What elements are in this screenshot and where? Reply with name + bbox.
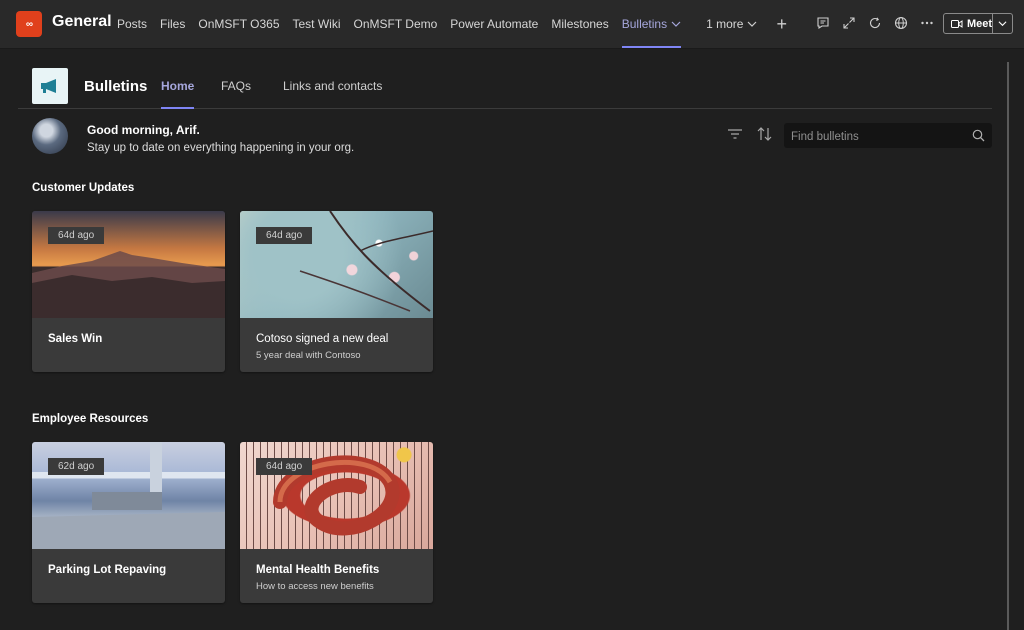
card-title: Parking Lot Repaving [48, 564, 167, 576]
app-tab-home[interactable]: Home [161, 79, 195, 109]
card-title: Mental Health Benefits [256, 564, 380, 576]
tab-bulletins-label: Bulletins [621, 17, 668, 31]
tab-test-wiki[interactable]: Test Wiki [293, 0, 341, 48]
app-title: Bulletins [84, 78, 148, 95]
search-icon[interactable] [972, 129, 985, 142]
card-age-badge: 64d ago [256, 227, 313, 244]
chevron-down-icon [748, 21, 757, 27]
meet-label: Meet [967, 17, 993, 30]
bulletin-card[interactable]: 64d ago Sales Win [32, 211, 225, 372]
bulletin-card[interactable]: 62d ago Parking Lot Repaving [32, 442, 225, 603]
filter-icon[interactable] [727, 127, 743, 141]
card-title: Sales Win [48, 333, 103, 345]
tab-bulletins[interactable]: Bulletins [621, 0, 682, 48]
card-age-badge: 64d ago [256, 458, 313, 475]
tab-more[interactable]: 1 more [706, 0, 757, 48]
megaphone-icon [41, 79, 56, 93]
app-tab-faqs[interactable]: FAQs [221, 79, 251, 93]
channel-tabs: Posts Files OnMSFT O365 Test Wiki OnMSFT… [117, 0, 787, 48]
refresh-icon[interactable] [866, 14, 884, 32]
search-input[interactable] [784, 123, 973, 150]
sort-icon[interactable] [756, 126, 774, 142]
meet-dropdown[interactable] [993, 19, 1012, 28]
tab-files[interactable]: Files [160, 0, 185, 48]
card-age-badge: 62d ago [48, 458, 105, 475]
section-title: Employee Resources [32, 413, 149, 425]
tab-milestones[interactable]: Milestones [551, 0, 608, 48]
tab-power-automate[interactable]: Power Automate [450, 0, 538, 48]
video-camera-icon [951, 19, 963, 28]
meet-button[interactable]: Meet [943, 13, 1013, 34]
section-title: Customer Updates [32, 182, 135, 194]
more-options-icon[interactable] [918, 14, 936, 32]
tab-more-label: 1 more [706, 17, 744, 31]
chevron-down-icon[interactable] [671, 19, 681, 29]
team-avatar[interactable]: ∞ [16, 11, 42, 37]
search-box[interactable] [784, 123, 992, 150]
expand-icon[interactable] [840, 14, 858, 32]
bulletins-logo [32, 68, 68, 104]
user-avatar[interactable] [32, 118, 68, 154]
greeting-subtitle: Stay up to date on everything happening … [87, 142, 355, 154]
chevron-down-icon [998, 21, 1007, 27]
card-age-badge: 64d ago [48, 227, 105, 244]
meet-main[interactable]: Meet [944, 14, 994, 33]
card-subtitle: 5 year deal with Contoso [256, 350, 361, 361]
app-tab-links-and-contacts[interactable]: Links and contacts [283, 79, 382, 93]
card-title: Cotoso signed a new deal [256, 333, 389, 345]
globe-icon[interactable] [892, 14, 910, 32]
conversation-icon[interactable] [814, 14, 832, 32]
scrollbar[interactable] [1007, 62, 1009, 630]
tab-onmsft-o365[interactable]: OnMSFT O365 [198, 0, 279, 48]
header-actions [814, 14, 944, 32]
bulletin-card[interactable]: 64d ago Cotoso signed a new deal 5 year … [240, 211, 433, 372]
app-header: Bulletins Home FAQs Links and contacts [18, 62, 992, 109]
bulletin-card[interactable]: 64d ago Mental Health Benefits How to ac… [240, 442, 433, 603]
channel-header-bar: ∞ General Posts Files OnMSFT O365 Test W… [0, 0, 1024, 49]
greeting-title: Good morning, Arif. [87, 123, 200, 137]
add-tab-icon[interactable]: + [776, 14, 787, 35]
tab-onmsft-demo[interactable]: OnMSFT Demo [354, 0, 438, 48]
channel-name: General [52, 13, 112, 30]
tab-posts[interactable]: Posts [117, 0, 147, 48]
card-subtitle: How to access new benefits [256, 581, 374, 592]
